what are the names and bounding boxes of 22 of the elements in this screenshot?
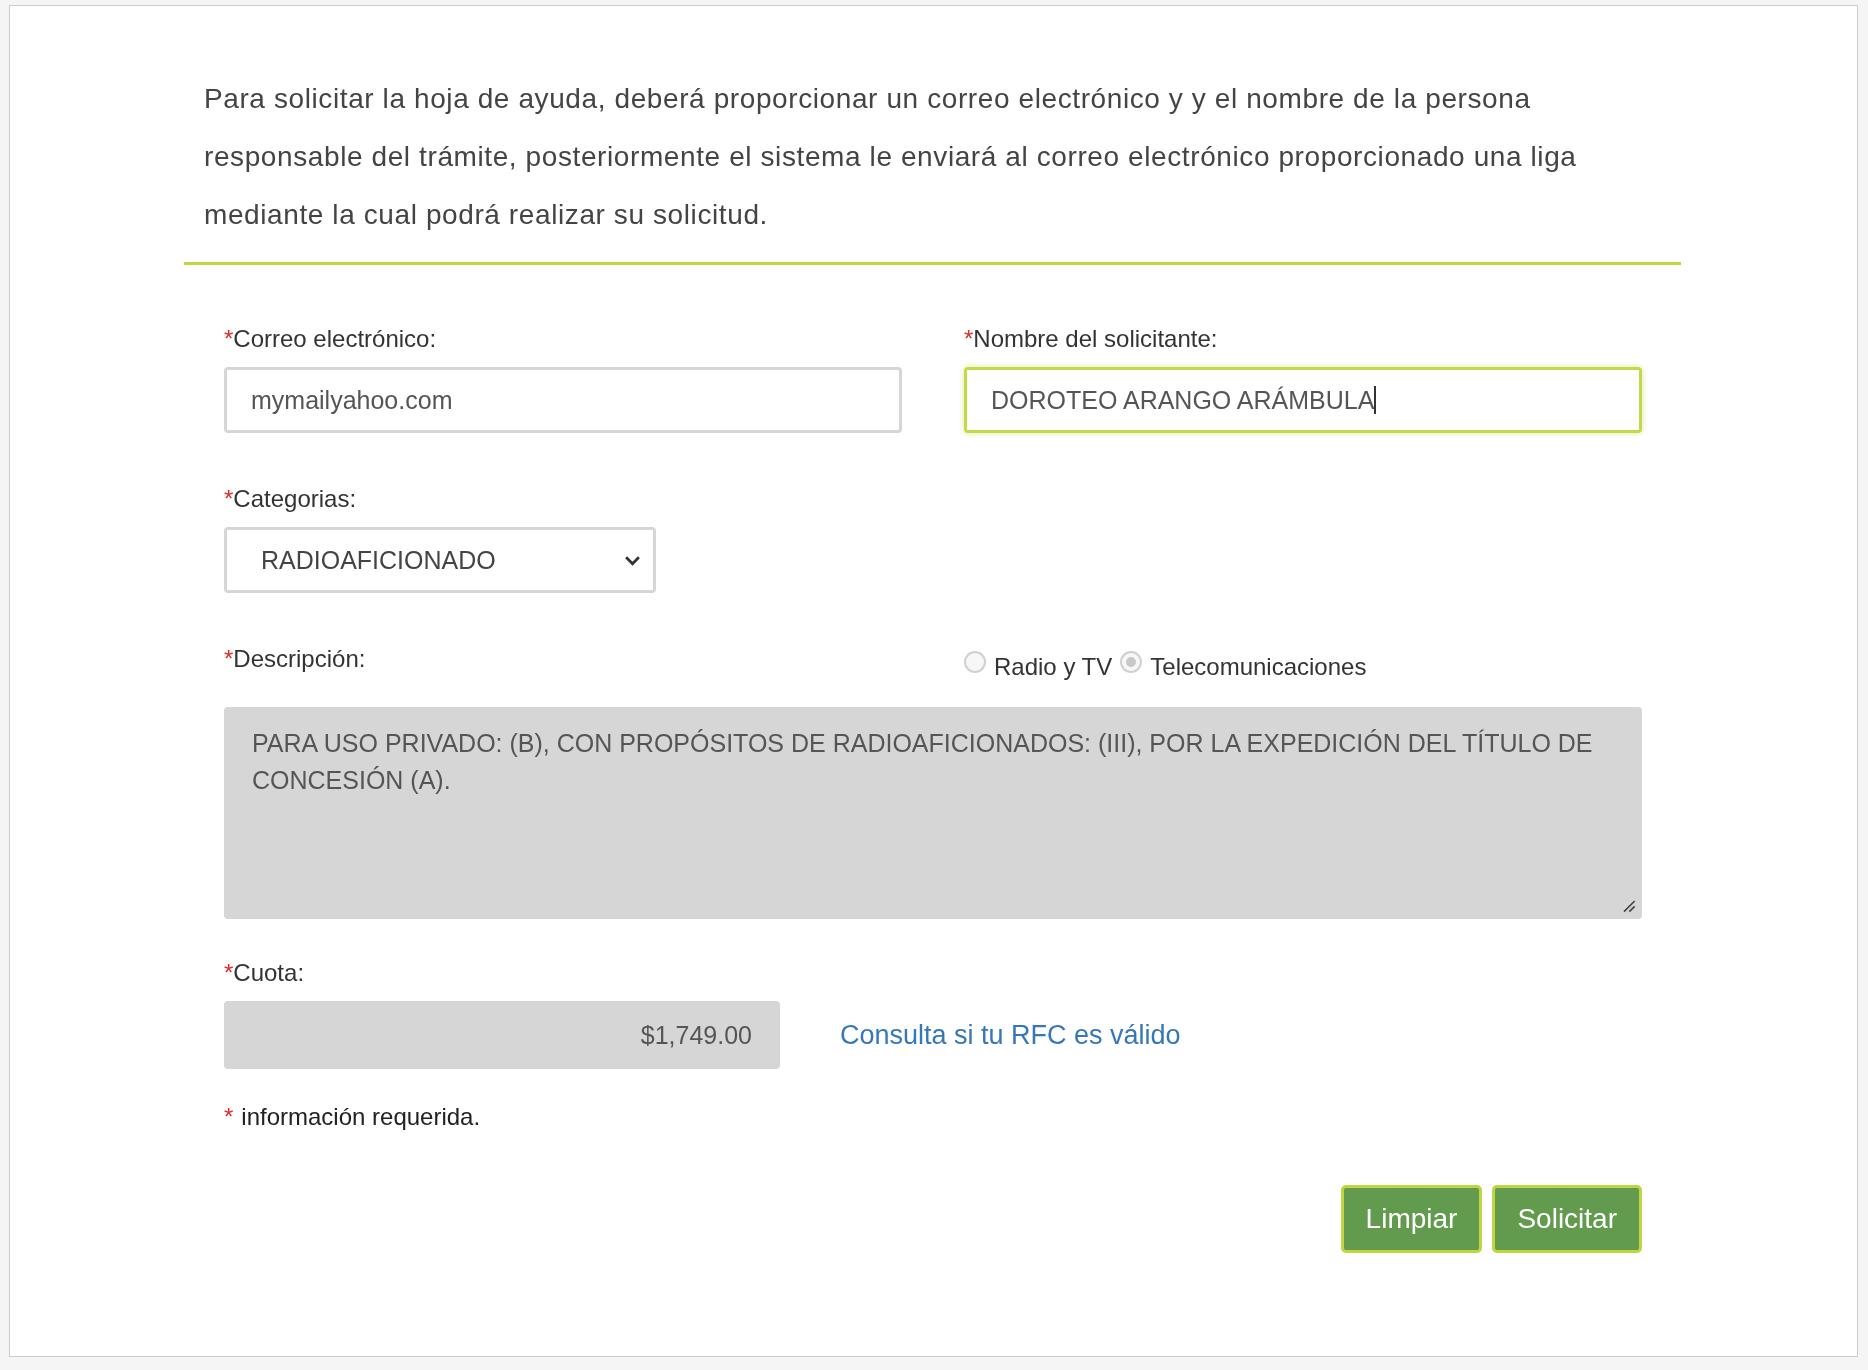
field-label: Categorias: bbox=[233, 485, 357, 512]
clear-button[interactable]: Limpiar bbox=[1340, 1185, 1483, 1253]
required-mark: * bbox=[224, 959, 234, 986]
name-field[interactable]: DOROTEO ARANGO ARÁMBULA bbox=[964, 367, 1642, 433]
required-mark: * bbox=[224, 485, 234, 512]
rfc-link[interactable]: Consulta si tu RFC es válido bbox=[840, 1019, 1181, 1051]
required-mark: * bbox=[224, 325, 234, 352]
category-dropdown[interactable]: RADIOAFICIONADO bbox=[224, 527, 656, 593]
radio-label: Telecomunicaciones bbox=[1150, 653, 1367, 681]
radio-label: Radio y TV bbox=[994, 653, 1113, 681]
required-mark: * bbox=[224, 645, 234, 672]
email-field[interactable]: mymailyahoo.com bbox=[224, 367, 902, 433]
submit-button[interactable]: Solicitar bbox=[1492, 1185, 1642, 1253]
field-label: Descripción: bbox=[233, 645, 366, 672]
required-note: información requerida. bbox=[241, 1103, 481, 1130]
field-label: Cuota: bbox=[233, 959, 305, 986]
chevron-down-icon bbox=[624, 554, 641, 566]
required-mark: * bbox=[224, 1103, 234, 1130]
intro-paragraph: Para solicitar la hoja de ayuda, deberá proporcionar un correo electrónico y y el nombre de la persona responsable del trámite, posteriormente el sistema le enviará al correo electrónico proporcionado una liga mediante la cual podrá realizar su solicitud. bbox=[204, 82, 1578, 232]
field-label: Nombre del solicitante: bbox=[973, 325, 1218, 352]
required-mark: * bbox=[964, 325, 974, 352]
field-label: Correo electrónico: bbox=[233, 325, 437, 352]
